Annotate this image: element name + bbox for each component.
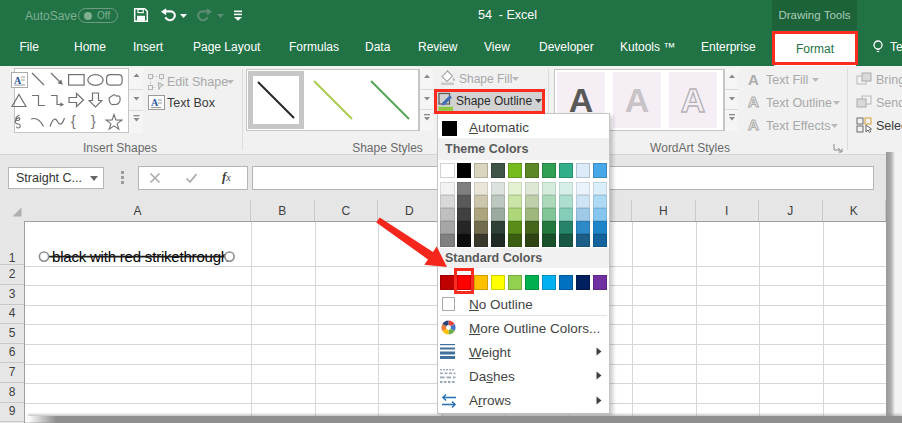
svg-text:A: A <box>14 75 22 86</box>
svg-text:A: A <box>151 97 159 108</box>
